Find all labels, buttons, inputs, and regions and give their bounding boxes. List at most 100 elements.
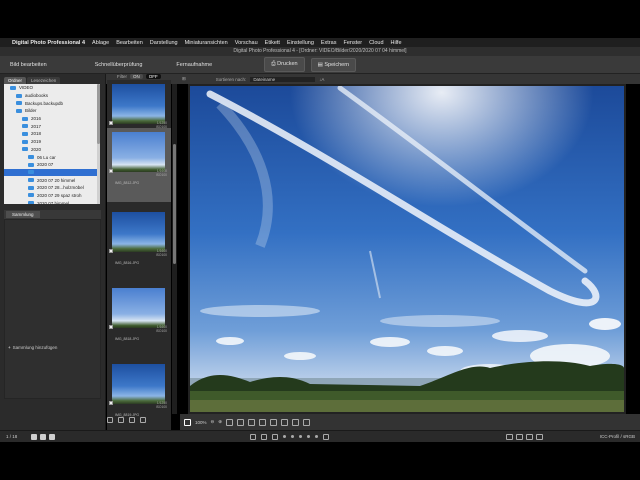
grid-view-icon[interactable] — [140, 417, 146, 423]
sort-direction-icon[interactable]: ↓A — [319, 77, 324, 82]
rating-dot-2[interactable] — [291, 435, 294, 438]
thumbnail-image — [112, 84, 165, 124]
folder-tree-item[interactable]: 2020 07 28...holzmöbel — [4, 184, 100, 192]
folder-tree-item[interactable]: 2016 — [4, 115, 100, 123]
folder-icon — [16, 93, 22, 98]
list-view-icon[interactable] — [118, 417, 124, 423]
menu-item-extras[interactable]: Extras — [321, 40, 337, 46]
menu-item-etikett[interactable]: Etikett — [265, 40, 280, 46]
menu-item-fenster[interactable]: Fenster — [343, 40, 362, 46]
filter-on-button[interactable]: ON — [130, 74, 143, 79]
thumbnail-image — [112, 132, 165, 172]
collection-area — [4, 219, 101, 399]
folder-tree-item[interactable]: audiobooks — [4, 92, 100, 100]
folder-tree-item[interactable]: 2020 07 20 himmel — [4, 176, 100, 184]
filmstrip-scrollbar[interactable] — [172, 84, 177, 414]
remote-shooting-button[interactable]: Fernaufnahme — [170, 59, 218, 71]
quick-check-button[interactable]: Schnellüberprüfung — [89, 59, 149, 71]
rating-dot-5[interactable] — [315, 435, 318, 438]
thumbnail-checkbox[interactable] — [109, 401, 113, 405]
layout-icon[interactable] — [303, 418, 311, 426]
thumbnail[interactable]: 1/1600 ISO100 IMG_8818.JPG — [107, 284, 171, 358]
grid-icon[interactable]: ⊞ — [182, 76, 186, 82]
check-mark-3-icon[interactable] — [272, 433, 278, 440]
reject-icon[interactable] — [323, 433, 329, 440]
menu-bar: Digital Photo Professional 4 Ablage Bear… — [0, 38, 640, 47]
filmstrip-tools — [107, 417, 146, 423]
af-point-icon[interactable] — [281, 418, 289, 426]
thumbnail[interactable]: 1/1600 ISO100 IMG_8816.JPG — [107, 208, 171, 282]
tab-sammlung[interactable]: Sammlung — [6, 211, 40, 218]
tab-ordner[interactable]: Ordner — [4, 77, 27, 84]
zoom-value[interactable]: 100% — [195, 420, 207, 425]
menu-item-vorschau[interactable]: Vorschau — [235, 40, 258, 46]
print-button[interactable]: ⎙ Drucken — [264, 57, 305, 72]
folder-tree-item[interactable]: VIDEO — [4, 84, 100, 92]
thumbnail-view-icon[interactable] — [107, 417, 113, 423]
filter-off-button[interactable]: OFF — [145, 74, 161, 79]
folder-tree-item[interactable]: 06 Lu car — [4, 153, 100, 161]
folder-tree-item[interactable]: 2018 — [4, 130, 100, 138]
histogram-icon[interactable] — [506, 433, 513, 440]
thumbnail-image — [112, 212, 165, 252]
highlight-warning-icon[interactable] — [292, 418, 300, 426]
compare-icon[interactable] — [259, 418, 267, 426]
grid-overlay-icon[interactable] — [270, 418, 278, 426]
multi-view-icon[interactable] — [40, 433, 47, 440]
menu-item-einstellung[interactable]: Einstellung — [287, 40, 314, 46]
grid-layout-icon[interactable] — [49, 433, 56, 440]
edit-image-button[interactable]: Bild bearbeiten — [4, 59, 53, 71]
folder-tree-item[interactable]: 2017 — [4, 122, 100, 130]
folder-tree-label: 2020 07 28...holzmöbel — [37, 185, 84, 191]
menu-item-miniaturansichten[interactable]: Miniaturansichten — [185, 40, 228, 46]
crop-icon[interactable] — [226, 418, 234, 426]
add-collection-label: Sammlung hinzufügen — [12, 345, 58, 350]
thumbnail[interactable]: 1/1600 ISO100 IMG_8812.JPG — [107, 128, 171, 202]
adjust-icon[interactable] — [237, 418, 245, 426]
sort-label: Sortieren nach: — [215, 76, 247, 82]
compare-view-icon[interactable] — [129, 417, 135, 423]
check-mark-1-icon[interactable] — [250, 433, 256, 440]
thumbnail-checkbox[interactable] — [109, 325, 113, 329]
rating-dot-1[interactable] — [283, 435, 286, 438]
menu-app-name[interactable]: Digital Photo Professional 4 — [12, 40, 85, 46]
thumbnail-checkbox[interactable] — [109, 249, 113, 253]
folder-tree-label: 06 Lu car — [37, 154, 56, 160]
rotate-icon[interactable] — [248, 418, 256, 426]
tool-palette-icon[interactable] — [536, 433, 543, 440]
folder-tree-item[interactable]: 2020 07 29 spaz stroh — [4, 192, 100, 200]
add-collection-button[interactable]: + Sammlung hinzufügen — [8, 345, 57, 350]
rating-dot-3[interactable] — [299, 435, 302, 438]
zoom-out-icon[interactable]: ⊖ — [211, 419, 215, 425]
single-view-icon[interactable] — [31, 433, 38, 440]
thumbnail-checkbox[interactable] — [109, 121, 113, 125]
tree-scrollbar[interactable] — [97, 84, 100, 204]
status-bar: 1 / 18 ICC-Profil / sRGB — [0, 430, 640, 442]
folder-tree-item[interactable]: 2019 — [4, 138, 100, 146]
navigator-icon[interactable] — [526, 433, 533, 440]
thumbnail-checkbox[interactable] — [109, 169, 113, 173]
folder-tree-item[interactable]: 2020 07 — [4, 161, 100, 169]
menu-item-ablage[interactable]: Ablage — [92, 40, 109, 46]
fit-screen-icon[interactable] — [184, 418, 191, 426]
folder-tree[interactable]: VIDEO audiobooks Backups.backupdb Bilder 201… — [4, 84, 100, 204]
plus-icon: + — [8, 345, 11, 350]
save-button[interactable]: ▤ Speichern — [310, 57, 357, 72]
check-mark-2-icon[interactable] — [261, 433, 267, 440]
menu-item-bearbeiten[interactable]: Bearbeiten — [116, 40, 143, 46]
tab-lesezeichen[interactable]: Lesezeichen — [27, 77, 61, 84]
image-viewer[interactable] — [188, 84, 626, 414]
info-icon[interactable] — [516, 433, 523, 440]
folder-tree-item[interactable]: Bilder — [4, 107, 100, 115]
folder-tree-item[interactable]: Backups.backupdb — [4, 99, 100, 107]
folder-tree-item[interactable]: 2020 — [4, 146, 100, 154]
collection-header: Sammlung — [4, 210, 101, 219]
folder-tree-item[interactable] — [4, 168, 100, 177]
rating-dot-4[interactable] — [307, 435, 310, 438]
sort-select[interactable]: Dateiname — [250, 76, 316, 82]
zoom-in-icon[interactable]: ⊕ — [218, 419, 222, 425]
menu-item-hilfe[interactable]: Hilfe — [391, 40, 402, 46]
folder-tree-item[interactable]: 2020 07 himmel — [4, 199, 100, 204]
menu-item-darstellung[interactable]: Darstellung — [150, 40, 178, 46]
menu-item-cloud[interactable]: Cloud — [369, 40, 383, 46]
